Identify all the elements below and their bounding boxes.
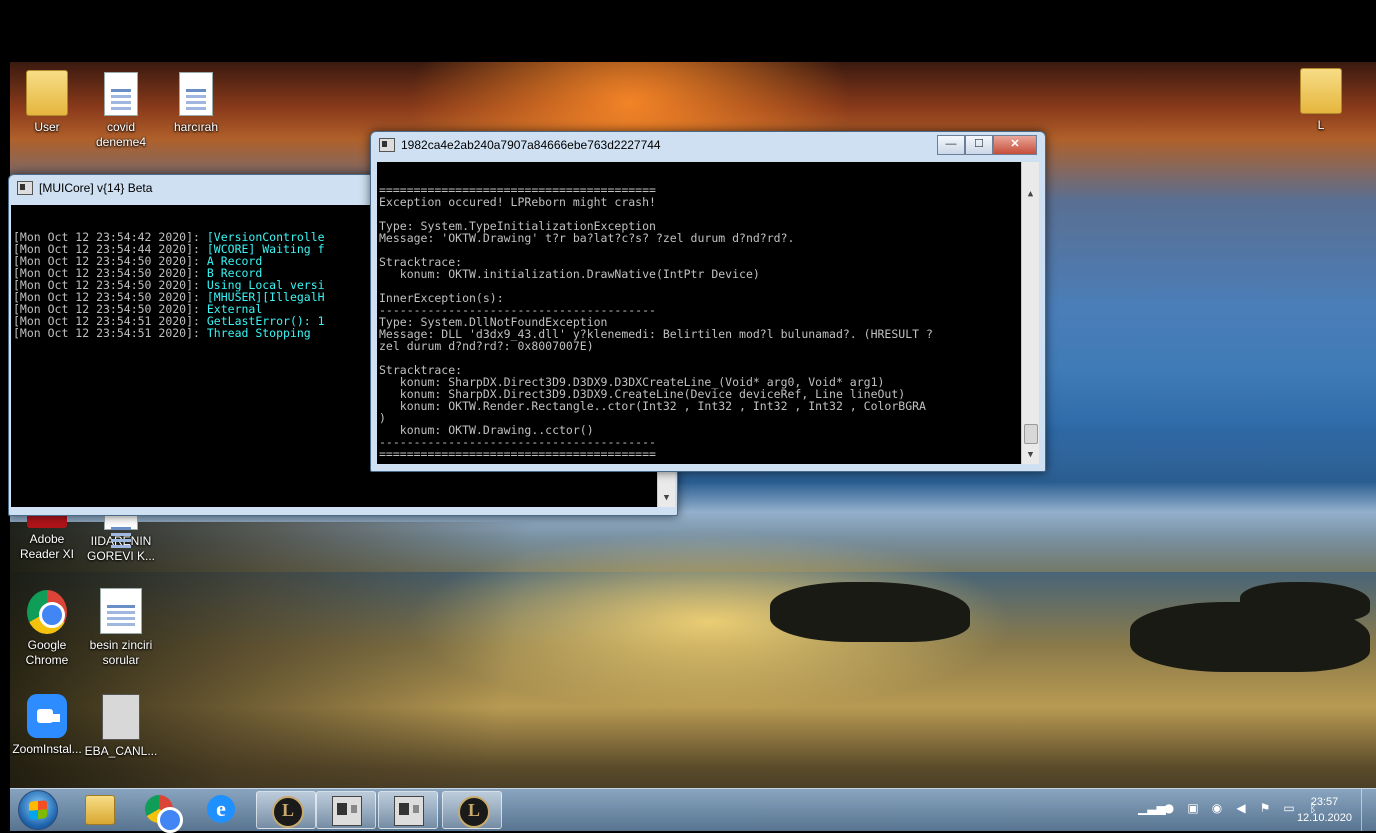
taskbar-league-client[interactable]: L [256,791,316,829]
foreground-shadow [10,522,610,830]
rock [770,582,970,642]
zoom-icon [27,694,67,738]
icon-label: L [1317,118,1325,132]
minimize-button[interactable]: — [937,135,965,155]
icon-label: Google Chrome [25,638,69,667]
league-of-legends-icon: L [458,796,490,828]
exception-log-line [379,352,1037,364]
folder-icon [1300,68,1342,114]
taskbar-console-2[interactable] [378,791,438,829]
icon-label: Adobe Reader XI [19,532,75,561]
icon-label: User [34,120,60,134]
exception-log-line: Message: 'OKTW.Drawing' t?r ba?lat?c?s? … [379,231,795,245]
installer-icon [102,694,140,740]
icon-label: covid deneme4 [95,120,147,149]
close-button[interactable]: ✕ [993,135,1037,155]
icon-label: ZoomInstal... [12,742,82,756]
taskbar-console-1[interactable] [316,791,376,829]
log-timestamp: [Mon Oct 12 23:54:51 2020]: [13,326,207,340]
icon-label: besin zinciri sorular [89,638,153,667]
window-title: 1982ca4e2ab240a7907a84666ebe763d2227744 [401,138,661,152]
log-message: Thread Stopping [206,326,311,340]
exception-log-line: zel durum d?nd?rd?: 0x8007007E) [379,339,594,353]
signal-icon[interactable]: ▁▃▅ [1138,801,1166,815]
icon-label: harcırah [173,120,219,134]
console-app-icon [379,138,395,152]
scroll-down-arrow[interactable]: ▼ [658,490,675,507]
rock [1240,582,1370,622]
battery-icon[interactable]: ▭ [1282,801,1296,815]
desktop-icon-l-folder[interactable]: L [1284,68,1358,133]
taskbar-explorer[interactable] [70,791,128,827]
exception-console-window[interactable]: 1982ca4e2ab240a7907a84666ebe763d2227744 … [370,131,1046,472]
taskbar-league-game[interactable]: L [442,791,502,829]
app-tray-icon[interactable]: ◉ [1210,801,1224,815]
action-center-flag-icon[interactable]: ⚑ [1258,801,1272,815]
clock-time: 23:57 [1310,796,1339,808]
window-title: [MUICore] v{14} Beta [39,181,153,195]
icon-label: IIDARENIN GOREVI K... [86,534,155,563]
taskbar-internet-explorer[interactable]: e [192,791,250,827]
system-tray: ▁▃▅ ● ▣ ◉ ◀ ⚑ ▭ ᛒ [1138,801,1320,815]
exception-log-line: konum: OKTW.initialization.DrawNative(In… [379,267,760,281]
chrome-icon [27,590,67,634]
window-titlebar[interactable]: 1982ca4e2ab240a7907a84666ebe763d2227744 … [371,132,1045,158]
document-icon [104,72,138,116]
desktop-icon-user[interactable]: User [10,70,84,135]
desktop-icon-zoom-installer[interactable]: ZoomInstal... [10,694,84,757]
volume-icon[interactable]: ◀ [1234,801,1248,815]
vertical-scrollbar[interactable]: ▲ ▼ [1021,162,1039,464]
security-icon[interactable]: ● [1162,801,1176,815]
chrome-icon [145,795,183,833]
desktop-icon-adobe-reader[interactable]: Adobe Reader XI [10,510,84,562]
desktop-icon-besin-zinciri[interactable]: besin zinciri sorular [84,588,158,668]
scroll-down-arrow[interactable]: ▼ [1022,447,1039,464]
scroll-thumb[interactable] [1024,424,1038,444]
clock-date: 12.10.2020 [1296,812,1352,824]
internet-explorer-icon: e [207,795,235,823]
start-button[interactable] [18,790,58,830]
icon-label: EBA_CANL... [84,744,158,758]
exception-log-line [379,244,1037,256]
taskbar-chrome[interactable] [130,791,188,833]
console-window-icon [332,796,362,826]
folder-icon [26,70,68,116]
console-output[interactable]: ========================================… [377,162,1039,464]
pdf-document-icon [100,588,142,634]
document-icon [179,72,213,116]
desktop-icon-eba-canli[interactable]: EBA_CANL... [84,694,158,759]
scroll-up-arrow[interactable]: ▲ [1022,186,1039,203]
exception-log-line: konum: OKTW.Render.Rectangle..ctor(Int32… [379,399,926,413]
file-explorer-icon [85,795,115,825]
exception-log-line: Exception occured! LPReborn might crash! [379,195,656,209]
desktop-icon-google-chrome[interactable]: Google Chrome [10,590,84,668]
desktop-icon-idarenin[interactable]: IIDARENIN GOREVI K... [84,510,158,564]
clock[interactable]: 23:57 12.10.2020 [1297,794,1352,826]
maximize-button[interactable]: ☐ [965,135,993,155]
console-window-icon [394,796,424,826]
network-icon[interactable]: ▣ [1186,801,1200,815]
desktop-icon-harcirah[interactable]: harcırah [159,72,233,135]
desktop-icon-covid[interactable]: covid deneme4 [84,72,158,150]
taskbar: e L L ▁▃▅ ● ▣ ◉ ◀ ⚑ ▭ ᛒ 23:57 12.10.2020 [10,788,1376,833]
exception-log-line: ======================================== [379,447,656,461]
league-of-legends-icon: L [272,796,304,828]
show-desktop-button[interactable] [1361,789,1376,831]
console-app-icon [17,181,33,195]
